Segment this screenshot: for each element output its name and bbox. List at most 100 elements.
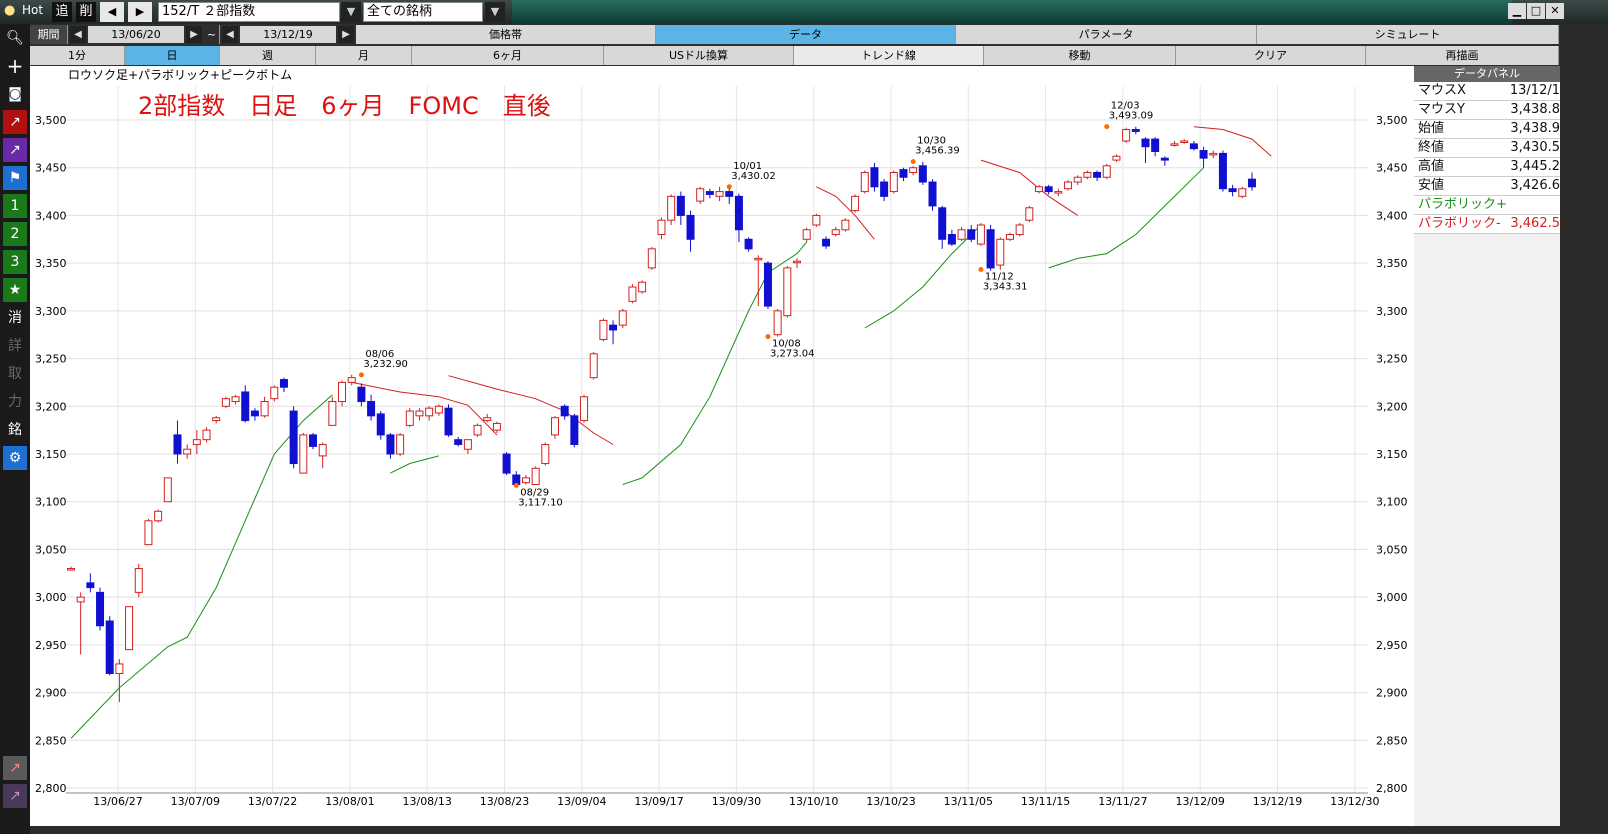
candle-up xyxy=(202,429,211,441)
universe-select[interactable]: 全ての銘柄 xyxy=(363,2,483,22)
preset-3-button[interactable]: 3 xyxy=(3,250,27,274)
x-tick-label: 13/11/27 xyxy=(1098,795,1147,808)
candle-up xyxy=(270,386,279,400)
candle-up xyxy=(1209,152,1218,156)
redraw-button[interactable]: 再描画 xyxy=(1366,46,1559,65)
end-next-icon[interactable]: ▶ xyxy=(338,26,354,43)
candle-down xyxy=(444,407,453,436)
symbol-input[interactable]: 152/T ２部指数 xyxy=(158,2,340,22)
symbol-dropdown-icon[interactable]: ▼ xyxy=(341,2,361,22)
candle-up xyxy=(1073,176,1082,183)
candle-up xyxy=(754,257,763,261)
timeframe-day[interactable]: 日 xyxy=(125,46,220,65)
candle-up xyxy=(531,467,540,486)
candle-up xyxy=(67,568,75,571)
panel-row-sar-minus: パラボリック- 3,462.5 xyxy=(1414,215,1560,234)
candle-up xyxy=(1170,143,1179,146)
usd-convert-button[interactable]: USドル換算 xyxy=(604,46,794,65)
candle-up xyxy=(1035,186,1043,193)
candle-down xyxy=(986,229,995,269)
peak-value: 3,232.90 xyxy=(363,359,408,370)
start-date-field[interactable]: 13/06/20 xyxy=(88,26,184,43)
candle-down xyxy=(880,181,889,197)
timeframe-1min[interactable]: 1分 xyxy=(30,46,125,65)
chart-headline: 2部指数 日足 6ヶ月 FOMC 直後 xyxy=(138,92,551,120)
chart-purple-icon[interactable]: ↗ xyxy=(3,138,27,162)
y-tick-left: 3,400 xyxy=(35,209,67,222)
next-symbol-button[interactable]: ▶ xyxy=(128,2,152,22)
clear-lines-button[interactable]: クリア xyxy=(1176,46,1366,65)
candle-up xyxy=(483,417,492,422)
candle-up xyxy=(260,401,269,417)
candle-up xyxy=(473,424,482,436)
flag-icon[interactable]: ⚑ xyxy=(3,166,27,190)
candle-down xyxy=(609,324,618,331)
close-button[interactable]: ✕ xyxy=(1546,3,1564,19)
candle-down xyxy=(241,391,250,422)
candle-down xyxy=(250,410,259,417)
start-next-icon[interactable]: ▶ xyxy=(186,26,202,43)
delete-button[interactable]: 削 xyxy=(76,2,96,22)
tab-data[interactable]: データ xyxy=(656,25,956,44)
timeframe-month[interactable]: 月 xyxy=(316,46,412,65)
start-prev-icon[interactable]: ◀ xyxy=(70,26,86,43)
candle-up xyxy=(125,606,134,651)
x-tick-label: 13/07/09 xyxy=(171,795,220,808)
clear-button[interactable]: 消 xyxy=(3,306,27,330)
y-tick-right: 2,850 xyxy=(1376,734,1408,747)
peak-dot xyxy=(765,334,771,340)
preset-2-button[interactable]: 2 xyxy=(3,222,27,246)
tab-simulate[interactable]: シミュレート xyxy=(1257,25,1559,44)
candle-up xyxy=(425,407,434,417)
candle-down xyxy=(676,195,685,216)
candle-up xyxy=(551,417,559,436)
minimize-button[interactable]: ▁ xyxy=(1508,3,1526,19)
maximize-button[interactable]: □ xyxy=(1527,3,1545,19)
add-button[interactable]: 追 xyxy=(52,2,72,22)
tab-price-band[interactable]: 価格帯 xyxy=(356,25,656,44)
period-label: 期間 xyxy=(30,25,68,44)
timeframe-week[interactable]: 週 xyxy=(220,46,316,65)
detail-button[interactable]: 詳 xyxy=(3,334,27,358)
title-bar: ● Hot 追 削 ◀ ▶ 152/T ２部指数 ▼ 全ての銘柄 ▼ ▁ □ ✕ xyxy=(0,0,1608,24)
take-button[interactable]: 取 xyxy=(3,362,27,386)
star-icon[interactable]: ★ xyxy=(3,278,27,302)
overlay-chart-icon[interactable]: ↗ xyxy=(3,756,27,780)
gear-icon[interactable]: ⚙ xyxy=(3,446,27,470)
camera-icon[interactable]: ◙ xyxy=(3,82,27,106)
end-prev-icon[interactable]: ◀ xyxy=(222,26,238,43)
hot-button[interactable]: Hot xyxy=(22,3,43,17)
crosshair-icon[interactable]: + xyxy=(3,54,27,78)
chart-red-icon[interactable]: ↗ xyxy=(3,110,27,134)
x-tick-label: 13/10/10 xyxy=(789,795,838,808)
candle-down xyxy=(1160,157,1169,161)
tab-parameter[interactable]: パラメータ xyxy=(956,25,1257,44)
power-button[interactable]: 力 xyxy=(3,390,27,414)
universe-dropdown-icon[interactable]: ▼ xyxy=(485,2,505,22)
price-chart[interactable]: 3,500 3,500 3,450 3,450 3,400 3,400 3,350 3,350… xyxy=(30,66,1414,826)
panel-row-mouse-x: マウスX 13/12/1 xyxy=(1414,82,1560,101)
candle-up xyxy=(1180,140,1189,143)
candle-down xyxy=(734,195,743,231)
candle-up xyxy=(618,310,627,326)
candle-up xyxy=(328,401,337,426)
search-icon[interactable]: 🔍︎ xyxy=(3,26,27,50)
candle-down xyxy=(1199,150,1208,159)
x-tick-label: 13/12/19 xyxy=(1253,795,1302,808)
candle-down xyxy=(367,401,376,417)
preset-1-button[interactable]: 1 xyxy=(3,194,27,218)
period-toolbar: 期間 ◀ 13/06/20 ▶ ~ ◀ 13/12/19 ▶ 価格帯 データ パ… xyxy=(30,24,1560,45)
prev-symbol-button[interactable]: ◀ xyxy=(100,2,124,22)
end-date-field[interactable]: 13/12/19 xyxy=(240,26,336,43)
symbol-button[interactable]: 銘 xyxy=(3,418,27,442)
candle-up xyxy=(221,398,230,407)
trendline-button[interactable]: トレンド線 xyxy=(794,46,984,65)
move-button[interactable]: 移動 xyxy=(984,46,1176,65)
candle-down xyxy=(870,167,879,188)
data-panel-title: データパネル xyxy=(1414,66,1560,82)
candle-up xyxy=(638,281,647,293)
candle-down xyxy=(454,439,463,445)
candle-up xyxy=(183,448,192,455)
overlay-chart2-icon[interactable]: ↗ xyxy=(3,784,27,808)
timeframe-6month[interactable]: 6ヶ月 xyxy=(412,46,604,65)
